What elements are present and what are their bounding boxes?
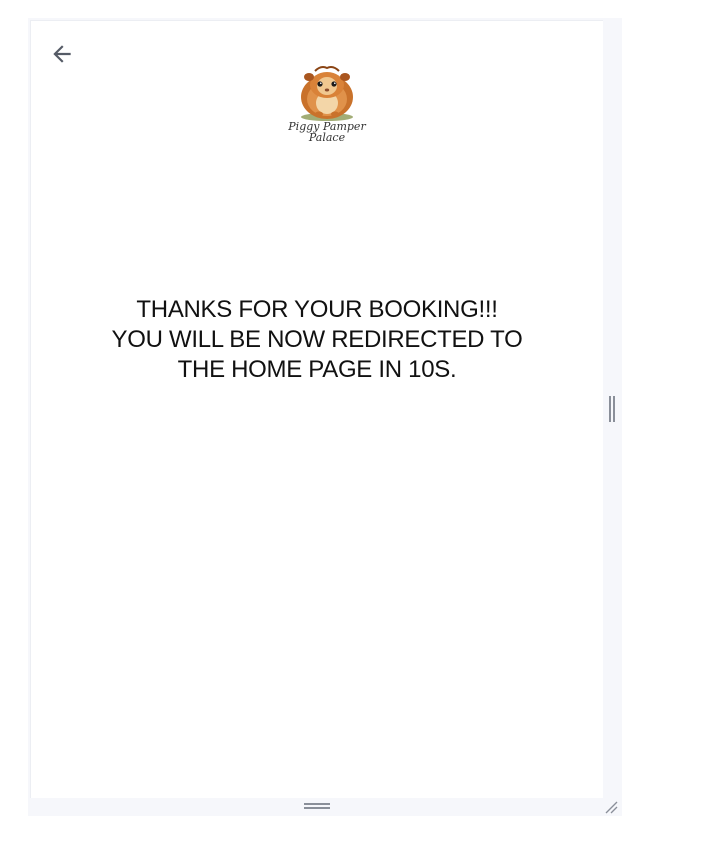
message-line: THANKS FOR YOUR BOOKING!!!: [136, 296, 498, 323]
message-line: THE HOME PAGE IN 10S.: [177, 356, 457, 383]
logo-caption-line2: Palace: [308, 131, 346, 144]
logo-caption: Piggy Pamper Palace: [287, 121, 367, 143]
guinea-pig-logo-icon: [301, 66, 353, 121]
brand-logo[interactable]: Piggy Pamper Palace: [287, 59, 367, 151]
resize-handle-bottom[interactable]: [304, 803, 330, 809]
back-button[interactable]: [47, 39, 77, 69]
page-viewport: Piggy Pamper Palace THANKS FOR YOUR BOOK…: [30, 20, 603, 798]
booking-confirmation-message: THANKS FOR YOUR BOOKING!!! YOU WILL BE N…: [87, 295, 547, 385]
resize-handle-corner[interactable]: [604, 800, 618, 814]
resize-corner-icon: [605, 801, 618, 814]
arrow-left-icon: [53, 45, 71, 63]
message-line: YOU WILL BE NOW REDIRECTED TO: [111, 326, 523, 353]
resize-handle-side[interactable]: [609, 396, 615, 422]
